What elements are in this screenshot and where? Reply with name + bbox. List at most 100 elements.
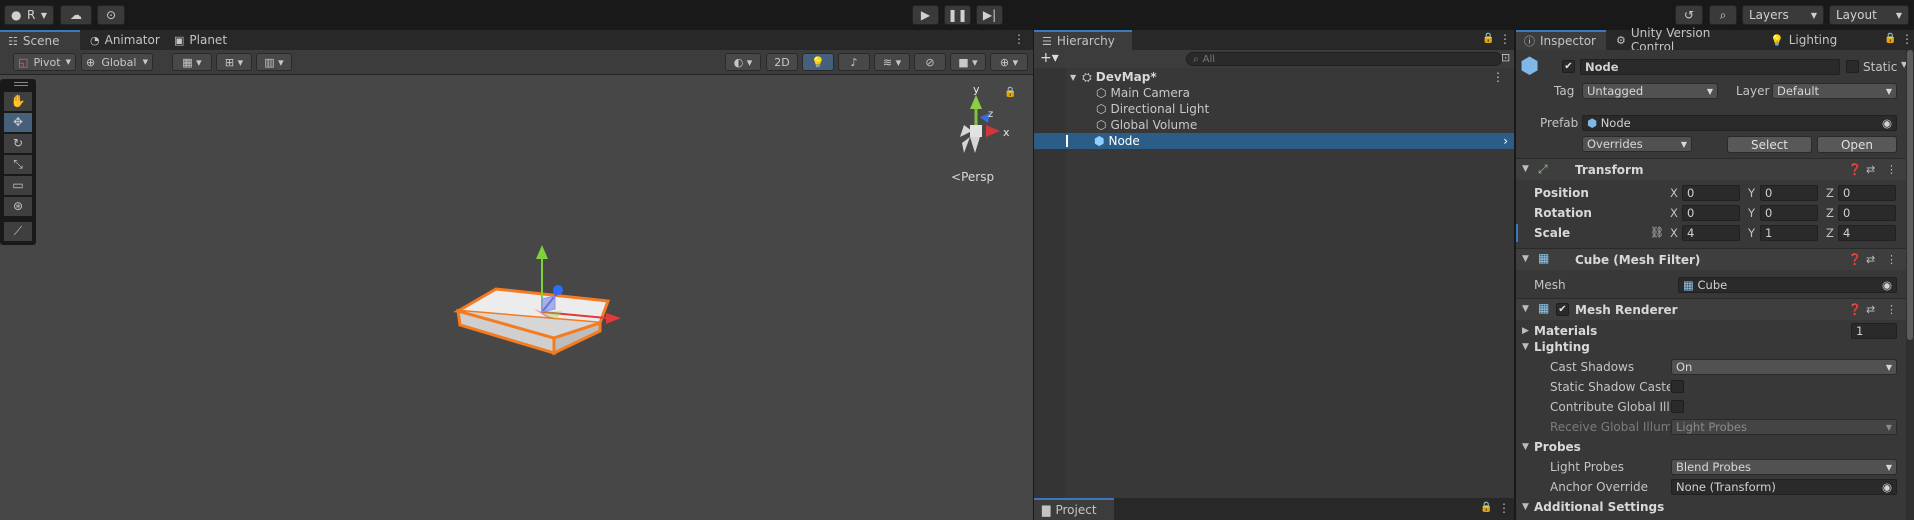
lighting-section-label[interactable]: Lighting <box>1534 340 1590 354</box>
move-arrow-y[interactable] <box>536 245 548 259</box>
open-button[interactable]: Open <box>1817 136 1897 153</box>
presets-icon[interactable]: ⇄ <box>1866 163 1875 176</box>
visibility-button[interactable]: ⊘ <box>914 53 946 71</box>
transform-tool-button[interactable]: ⊛ <box>4 197 32 216</box>
audio-toggle-button[interactable]: ♪ <box>838 53 870 71</box>
mesh-filter-header[interactable]: ▼ ▦ Cube (Mesh Filter) ❓ ⇄ ⋮ <box>1516 248 1914 270</box>
rect-tool-button[interactable]: ▭ <box>4 176 32 195</box>
tab-scene[interactable]: ☷ Scene <box>0 30 80 50</box>
global-dropdown[interactable]: ⊕ Global ▼ <box>81 53 153 71</box>
mesh-renderer-enabled-checkbox[interactable]: ✔ <box>1556 303 1569 316</box>
orientation-gizmo[interactable]: y z x <box>942 81 1012 171</box>
tab-inspector[interactable]: ⓘ Inspector <box>1516 30 1606 50</box>
hierarchy-item-global-volume[interactable]: ⬡ Global Volume <box>1034 117 1514 133</box>
position-z-field[interactable]: 0 <box>1838 185 1896 201</box>
static-checkbox[interactable] <box>1846 60 1859 73</box>
help-icon[interactable]: ❓ <box>1848 253 1862 266</box>
search-button[interactable]: ⌕ <box>1709 5 1737 25</box>
hierarchy-item-main-camera[interactable]: ⬡ Main Camera <box>1034 85 1514 101</box>
collapse-icon[interactable]: ▶ <box>1522 326 1529 336</box>
light-probes-dropdown[interactable]: Blend Probes ▼ <box>1671 459 1897 475</box>
object-name-field[interactable]: Node <box>1580 59 1840 75</box>
scale-x-field[interactable]: 4 <box>1682 225 1740 241</box>
expand-icon[interactable]: ▼ <box>1522 342 1529 352</box>
help-icon[interactable]: ❓ <box>1848 303 1862 316</box>
object-picker-icon[interactable]: ◉ <box>1882 278 1892 292</box>
grid-settings-button[interactable]: ▥ ▾ <box>256 53 292 71</box>
probes-section-label[interactable]: Probes <box>1534 440 1581 454</box>
transform-header[interactable]: ▼ ⤢ Transform ❓ ⇄ ⋮ <box>1516 158 1914 180</box>
tab-hierarchy[interactable]: ☰ Hierarchy <box>1034 30 1132 50</box>
static-shadow-caster-checkbox[interactable] <box>1671 380 1684 393</box>
scale-tool-button[interactable]: ⤡ <box>4 155 32 174</box>
more-options-icon[interactable]: ⋮ <box>1886 253 1897 266</box>
hand-tool-button[interactable]: ✋ <box>4 92 32 111</box>
rotate-tool-button[interactable]: ↻ <box>4 134 32 153</box>
account-dropdown[interactable]: ● R ▼ <box>4 5 54 25</box>
cast-shadows-dropdown[interactable]: On ▼ <box>1671 359 1897 375</box>
more-options-icon[interactable]: ⋮ <box>1013 32 1025 46</box>
tag-dropdown[interactable]: Untagged ▼ <box>1582 83 1718 99</box>
scale-y-field[interactable]: 1 <box>1760 225 1818 241</box>
additional-settings-label[interactable]: Additional Settings <box>1534 500 1664 514</box>
mesh-field[interactable]: ▦ Cube ◉ <box>1678 277 1897 293</box>
prefab-field[interactable]: ⬢ Node ◉ <box>1582 115 1897 131</box>
active-checkbox[interactable]: ✔ <box>1562 60 1575 73</box>
move-arrow-z[interactable] <box>553 285 563 295</box>
search-filter-icon[interactable]: ⊡ <box>1501 51 1510 64</box>
snap-increment-button[interactable]: ⊞ ▾ <box>216 53 252 71</box>
position-y-field[interactable]: 0 <box>1760 185 1818 201</box>
add-button[interactable]: +▾ <box>1040 50 1059 66</box>
presets-icon[interactable]: ⇄ <box>1866 303 1875 316</box>
link-icon[interactable]: ⛓ <box>1650 226 1664 239</box>
step-button[interactable]: ▶| <box>976 5 1003 25</box>
pivot-dropdown[interactable]: ◱ Pivot ▼ <box>13 53 76 71</box>
effects-button[interactable]: ≋ ▾ <box>874 53 910 71</box>
scene-view[interactable]: ✋ ✥ ↻ ⤡ ▭ ⊛ ⟋ y z x 🔒 <Persp <box>0 75 1033 520</box>
materials-label[interactable]: Materials <box>1534 324 1597 338</box>
chevron-right-icon[interactable]: › <box>1503 134 1508 148</box>
tab-unity-version-control[interactable]: ⚙ Unity Version Control <box>1608 26 1758 54</box>
object-picker-icon[interactable]: ◉ <box>1882 480 1892 494</box>
hierarchy-search-input[interactable]: ⌕ All <box>1186 52 1502 66</box>
layout-dropdown[interactable]: Layout ▼ <box>1829 5 1909 25</box>
position-x-field[interactable]: 0 <box>1682 185 1740 201</box>
rotation-x-field[interactable]: 0 <box>1682 205 1740 221</box>
layer-dropdown[interactable]: Default ▼ <box>1772 83 1897 99</box>
overrides-dropdown[interactable]: Overrides ▼ <box>1582 136 1692 152</box>
more-options-icon[interactable]: ⋮ <box>1886 303 1897 316</box>
gizmos-button[interactable]: ⊕ ▾ <box>990 53 1028 71</box>
camera-settings-button[interactable]: ■ ▾ <box>950 53 986 71</box>
lock-icon[interactable]: 🔒 <box>1004 87 1016 98</box>
lighting-toggle-button[interactable]: 💡 <box>802 53 834 71</box>
materials-count-field[interactable]: 1 <box>1851 323 1897 339</box>
more-options-icon[interactable]: ⋮ <box>1886 163 1897 176</box>
pause-button[interactable]: ❚❚ <box>944 5 971 25</box>
object-picker-icon[interactable]: ◉ <box>1882 116 1892 130</box>
layers-dropdown[interactable]: Layers ▼ <box>1742 5 1824 25</box>
hierarchy-item-node[interactable]: ⬢ Node › <box>1034 133 1514 149</box>
scale-z-field[interactable]: 4 <box>1838 225 1896 241</box>
tab-animator[interactable]: ◔ Animator <box>82 30 164 50</box>
projection-toggle[interactable]: <Persp <box>951 170 994 184</box>
grid-snap-button[interactable]: ▦ ▾ <box>172 53 212 71</box>
custom-tool-button[interactable]: ⟋ <box>4 222 32 241</box>
expand-icon[interactable]: ▼ <box>1522 502 1529 512</box>
tab-planet[interactable]: ▣ Planet <box>166 30 238 50</box>
lock-icon[interactable]: 🔒 <box>1480 502 1492 513</box>
inspector-scrollbar[interactable] <box>1906 50 1914 520</box>
toggle-2d-button[interactable]: 2D <box>766 53 798 71</box>
lock-icon[interactable]: 🔒 <box>1482 33 1494 44</box>
lock-icon[interactable]: 🔒 <box>1884 33 1896 44</box>
undo-history-button[interactable]: ↺ <box>1675 5 1703 25</box>
tab-lighting[interactable]: 💡 Lighting <box>1762 30 1842 50</box>
hierarchy-item-directional-light[interactable]: ⬡ Directional Light <box>1034 101 1514 117</box>
anchor-override-field[interactable]: None (Transform) ◉ <box>1671 479 1897 495</box>
contribute-gi-checkbox[interactable] <box>1671 400 1684 413</box>
more-options-icon[interactable]: ⋮ <box>1498 501 1510 515</box>
scrollbar-thumb[interactable] <box>1907 50 1913 340</box>
rotation-y-field[interactable]: 0 <box>1760 205 1818 221</box>
more-options-icon[interactable]: ⋮ <box>1499 32 1511 46</box>
move-arrow-x[interactable] <box>606 313 621 324</box>
cloud-button[interactable]: ☁ <box>60 5 92 25</box>
